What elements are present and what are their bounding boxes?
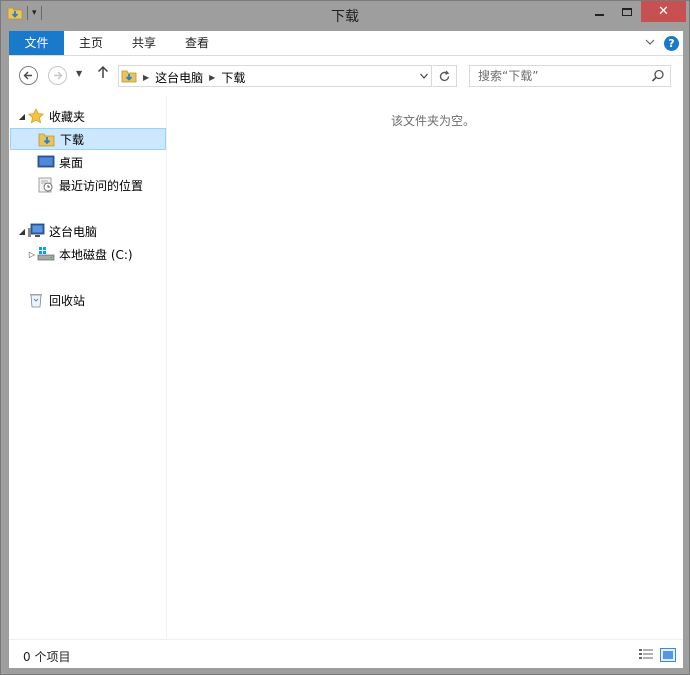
address-row: ▼ ▶ 这台电脑 ▶ 下载: [9, 56, 683, 96]
nav-favorites[interactable]: ◢ 收藏夹: [17, 105, 85, 127]
address-history-dropdown-icon[interactable]: [419, 69, 429, 83]
breadcrumb: ▶ 这台电脑 ▶ 下载: [121, 68, 245, 87]
refresh-icon: [439, 70, 450, 81]
nav-item-label: 最近访问的位置: [59, 178, 144, 193]
nav-this-pc[interactable]: ◢ 这台电脑: [17, 220, 97, 242]
arrow-up-icon: [97, 65, 109, 78]
nav-favorites-label: 收藏夹: [49, 109, 86, 124]
title-bar: ▾ 下载 ✕: [1, 1, 689, 31]
nav-item-label: 桌面: [59, 155, 84, 170]
chevron-right-icon[interactable]: ▶: [209, 73, 215, 82]
file-list-area[interactable]: 该文件夹为空。: [167, 96, 683, 639]
details-view-button[interactable]: [638, 648, 654, 662]
details-view-icon: [639, 649, 653, 659]
search-input[interactable]: [470, 66, 645, 86]
tab-home[interactable]: 主页: [71, 31, 111, 55]
empty-folder-message: 该文件夹为空。: [391, 114, 476, 128]
chevron-right-icon[interactable]: ▶: [143, 73, 149, 82]
nav-item-label: 下载: [60, 132, 85, 147]
minimize-button[interactable]: [585, 1, 613, 22]
downloads-folder-icon: [121, 68, 137, 87]
nav-item-local-disk[interactable]: ▷ 本地磁盘 (C:): [27, 243, 133, 265]
nav-item-desktop[interactable]: 桌面: [37, 151, 83, 173]
expand-ribbon-chevron-icon[interactable]: [644, 35, 656, 49]
large-icons-view-icon: [660, 648, 676, 662]
star-icon: [27, 108, 45, 124]
forward-button[interactable]: [48, 66, 67, 85]
close-button[interactable]: ✕: [641, 1, 686, 22]
close-icon: ✕: [658, 4, 669, 19]
item-count: 0 个项目: [23, 650, 71, 664]
search-box[interactable]: [469, 65, 671, 87]
search-icon[interactable]: [651, 69, 665, 83]
nav-item-label: 本地磁盘 (C:): [59, 247, 133, 262]
breadcrumb-downloads[interactable]: 下载: [221, 69, 245, 86]
recycle-bin-icon: [27, 292, 45, 308]
minimize-icon: [594, 13, 604, 16]
computer-icon: [27, 223, 45, 239]
status-bar: 0 个项目: [9, 639, 683, 668]
breadcrumb-this-pc[interactable]: 这台电脑: [155, 69, 203, 86]
collapse-arrow-icon[interactable]: ◢: [17, 227, 27, 236]
tab-file[interactable]: 文件: [9, 31, 64, 55]
recent-places-icon: [37, 177, 55, 193]
explorer-window: ▾ 下载 ✕ 文件 主页 共享 查看 ? ▼ ▶ 这台电脑 ▶ 下载 搜索“下载…: [0, 0, 690, 675]
large-icons-view-button[interactable]: [660, 648, 676, 662]
nav-this-pc-label: 这台电脑: [49, 224, 98, 239]
up-button[interactable]: [97, 65, 109, 83]
nav-item-downloads[interactable]: 下载: [10, 128, 166, 150]
tab-share[interactable]: 共享: [124, 31, 164, 55]
nav-recycle-bin[interactable]: 回收站: [27, 289, 85, 311]
refresh-button[interactable]: [433, 65, 457, 87]
nav-item-recent-places[interactable]: 最近访问的位置: [37, 174, 143, 196]
tab-view[interactable]: 查看: [177, 31, 217, 55]
address-bar[interactable]: ▶ 这台电脑 ▶ 下载: [118, 65, 432, 87]
nav-item-label: 回收站: [49, 293, 86, 308]
drive-icon: [37, 246, 55, 262]
arrow-right-icon: [54, 71, 63, 80]
navigation-pane: ◢ 收藏夹 下载 桌面 最近访问的位置 ◢ 这台电脑 ▷ 本地磁盘 (C:) 回…: [9, 96, 167, 639]
downloads-folder-icon: [38, 131, 56, 147]
expand-arrow-icon[interactable]: ▷: [27, 250, 37, 259]
recent-locations-dropdown-icon[interactable]: ▼: [76, 69, 82, 78]
maximize-button[interactable]: [613, 1, 640, 22]
ribbon-tabs: 文件 主页 共享 查看 ?: [9, 31, 683, 56]
arrow-left-icon: [23, 71, 32, 80]
desktop-icon: [37, 154, 55, 170]
help-icon[interactable]: ?: [664, 36, 679, 51]
maximize-icon: [621, 7, 632, 16]
back-button[interactable]: [19, 66, 38, 85]
collapse-arrow-icon[interactable]: ◢: [17, 112, 27, 121]
